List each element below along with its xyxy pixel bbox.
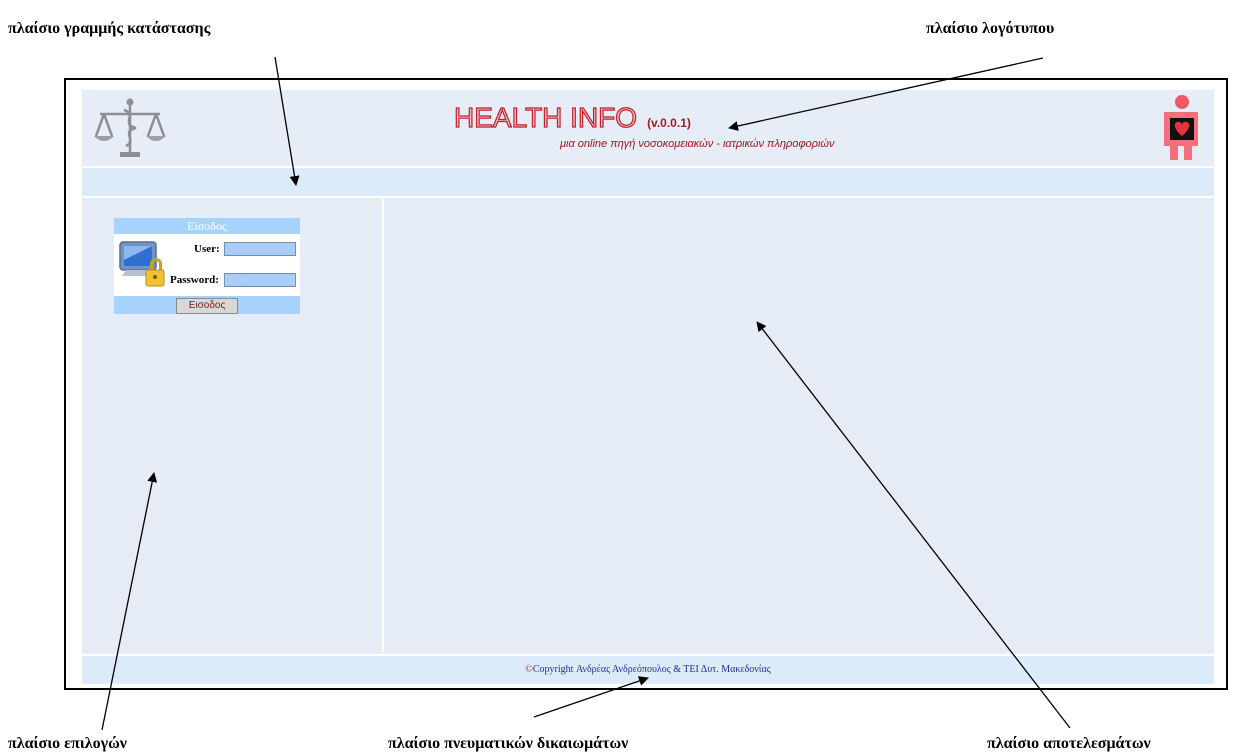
copyright-text: Copyright Ανδρέας Ανδρεόπουλος & ΤΕΙ Δυτ… — [532, 664, 771, 675]
password-label: Password: — [170, 274, 219, 286]
status-bar — [82, 168, 1214, 198]
computer-lock-icon — [119, 241, 165, 287]
copyright-frame-annotation: πλαίσιο πνευματικών δικαιωμάτων — [388, 735, 629, 752]
login-box: Είσοδος User: Password: Εισοδος — [114, 218, 300, 314]
scales-of-justice-icon — [94, 98, 166, 157]
login-title: Είσοδος — [114, 218, 300, 234]
user-input[interactable] — [224, 242, 296, 256]
options-frame: Είσοδος User: Password: Εισοδος — [82, 198, 384, 652]
brand: HEALTH INFO (v.0.0.1) — [453, 101, 691, 134]
status-frame-annotation: πλαίσιο γραμμής κατάστασης — [8, 20, 211, 37]
brand-version: (v.0.0.1) — [647, 116, 691, 130]
user-label: User: — [194, 243, 220, 255]
health-info-page: HEALTH INFO (v.0.0.1) μια online πηγή νο… — [82, 90, 1214, 684]
options-frame-annotation: πλαίσιο επιλογών — [8, 735, 127, 752]
copyright-frame: ©Copyright Ανδρέας Ανδρεόπουλος & ΤΕΙ Δυ… — [82, 654, 1214, 684]
password-input[interactable] — [224, 273, 296, 287]
human-heart-icon — [1164, 95, 1198, 160]
results-frame — [385, 198, 1214, 652]
results-frame-annotation: πλαίσιο αποτελεσμάτων — [987, 735, 1151, 752]
logo-frame: HEALTH INFO (v.0.0.1) μια online πηγή νο… — [82, 90, 1214, 168]
copyright-symbol: © — [525, 664, 533, 675]
login-submit-button[interactable]: Εισοδος — [176, 298, 238, 314]
logo-frame-annotation: πλαίσιο λογότυπου — [926, 20, 1055, 37]
brand-tagline: μια online πηγή νοσοκομειακών - ιατρικών… — [560, 138, 835, 150]
brand-title: HEALTH INFO — [453, 101, 638, 133]
